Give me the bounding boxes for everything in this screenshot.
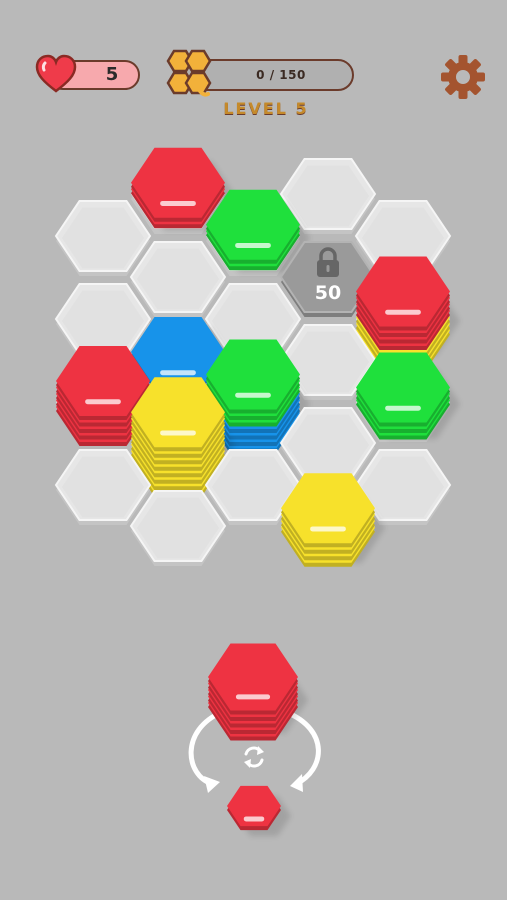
next-piece[interactable] bbox=[227, 785, 291, 837]
hex-highlight bbox=[235, 694, 271, 700]
hex-highlight bbox=[160, 430, 196, 436]
empty-hex-slot[interactable] bbox=[54, 200, 152, 276]
hex-highlight bbox=[160, 200, 196, 206]
game-board-area: 50 bbox=[54, 147, 460, 837]
hex-highlight bbox=[385, 405, 421, 411]
hex-highlight bbox=[85, 399, 121, 405]
hex-highlight bbox=[160, 370, 196, 376]
current-piece-stack[interactable] bbox=[208, 643, 308, 741]
hex-highlight bbox=[243, 816, 265, 822]
hex-highlight bbox=[310, 526, 346, 532]
empty-hex-slot[interactable] bbox=[129, 490, 227, 566]
hex-highlight bbox=[235, 392, 271, 398]
unlock-score-label: 50 bbox=[315, 282, 341, 304]
hex-highlight bbox=[385, 309, 421, 315]
hex-stack[interactable] bbox=[356, 352, 460, 440]
empty-hex-slot[interactable] bbox=[129, 241, 227, 317]
hex-highlight bbox=[235, 242, 271, 248]
piece-tray bbox=[188, 643, 321, 837]
refresh-icon[interactable] bbox=[244, 746, 264, 768]
hex-board: 50 bbox=[54, 147, 460, 567]
